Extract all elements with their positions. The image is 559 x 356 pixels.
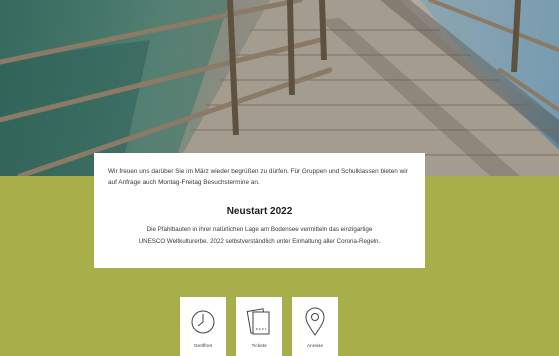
body-line-2: UNESCO Weltkulturerbe. 2022 selbstverstä…	[138, 237, 381, 245]
headline: Neustart 2022	[226, 206, 293, 217]
tile-label: Geöffnet	[193, 344, 213, 349]
body-line-1: Die Pfahlbauten in ihrer natürlichen Lag…	[146, 226, 373, 233]
intro-text: Wir freuen uns darüber Sie im März wiede…	[108, 168, 408, 186]
body-text: Die Pfahlbauten in ihrer natürlichen Lag…	[108, 224, 411, 247]
hero-image	[0, 0, 559, 176]
tickets-icon	[246, 308, 270, 335]
tile-label: Anreise	[306, 344, 324, 349]
tile-directions[interactable]: Anreise	[292, 297, 338, 356]
quick-links: Geöffnet Tickets Anreise	[0, 297, 559, 356]
boardwalk-illustration	[0, 0, 559, 176]
clock-icon	[191, 310, 215, 334]
tile-label: Tickets	[251, 344, 267, 349]
tile-opening-hours[interactable]: Geöffnet	[180, 297, 226, 356]
tile-tickets[interactable]: Tickets	[236, 297, 282, 356]
location-pin-icon	[305, 307, 325, 336]
info-card: Wir freuen uns darüber Sie im März wiede…	[94, 153, 425, 268]
